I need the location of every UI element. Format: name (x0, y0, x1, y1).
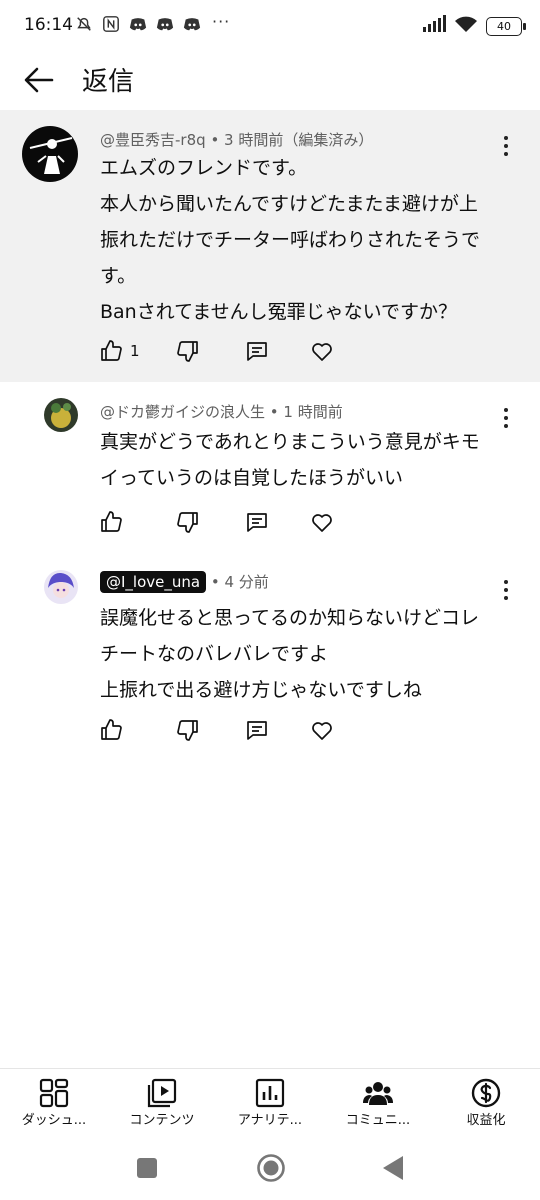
comment-meta: • 1 時間前 (269, 403, 343, 421)
comment-icon (247, 342, 267, 361)
like-button[interactable] (99, 717, 123, 743)
reply-comment: @ドカ鬱ガイジの浪人生 • 1 時間前 真実がどうであれとりまこういう意見がキモ… (0, 382, 540, 552)
reply-button[interactable] (245, 509, 269, 535)
avatar[interactable] (22, 126, 78, 182)
more-options-button[interactable] (496, 577, 516, 603)
status-time: 16:14 (24, 15, 73, 35)
dashboard-icon (39, 1078, 69, 1108)
heart-icon (312, 722, 332, 740)
heart-icon (312, 343, 332, 361)
heart-button[interactable] (310, 509, 334, 535)
comment-text: 真実がどうであれとりまこういう意見がキモ イっていうのは自覚したほうがいい (100, 431, 480, 489)
nav-content[interactable]: コンテンツ (108, 1069, 216, 1141)
comment-icon (247, 513, 267, 532)
main-comment: @豊臣秀吉-r8q • 3 時間前（編集済み） エムズのフレンドです。 本人から… (0, 110, 540, 382)
reply-button[interactable] (245, 717, 269, 743)
mute-icon (74, 14, 94, 34)
heart-button[interactable] (310, 338, 334, 364)
nav-analytics[interactable]: アナリテ... (216, 1069, 324, 1141)
overflow-dots: ··· (212, 12, 231, 31)
bottom-navigation: ダッシュ... コンテンツ アナリテ... コミュニ... 収益化 (0, 1068, 540, 1141)
nav-label: コミュニ... (345, 1113, 411, 1128)
comment-meta: • 4 分前 (210, 573, 269, 591)
home-circle-icon[interactable] (256, 1153, 286, 1183)
avatar[interactable] (44, 398, 78, 432)
author-name[interactable]: @I_love_una (100, 571, 207, 593)
monetization-icon (471, 1078, 501, 1108)
signal-icon (422, 15, 446, 37)
content-icon (147, 1078, 177, 1108)
nav-dashboard[interactable]: ダッシュ... (0, 1069, 108, 1141)
dislike-button[interactable] (176, 338, 200, 364)
battery-icon: 40 (486, 16, 526, 36)
more-options-button[interactable] (496, 405, 516, 431)
comment-meta: • 3 時間前（編集済み） (210, 131, 374, 149)
comment-icon (247, 721, 267, 740)
thumbs-up-icon (101, 511, 122, 532)
like-button[interactable] (99, 509, 123, 535)
author-name[interactable]: @豊臣秀吉-r8q (100, 131, 206, 149)
nav-label: 収益化 (466, 1113, 506, 1128)
comment-text: エムズのフレンドです。 本人から聞いたんですけどたまたま避けが上 振れただけでチ… (100, 157, 481, 323)
app-header: 返信 (0, 52, 540, 110)
thumbs-up-icon (101, 719, 122, 740)
dislike-button[interactable] (176, 717, 200, 743)
nav-monetization[interactable]: 収益化 (432, 1069, 540, 1141)
reply-button[interactable] (245, 338, 269, 364)
discord-icon (128, 14, 148, 34)
like-count: 1 (130, 342, 140, 360)
back-button[interactable] (22, 65, 56, 95)
recents-square-icon[interactable] (136, 1157, 158, 1179)
page-title: 返信 (82, 67, 135, 97)
dislike-button[interactable] (176, 509, 200, 535)
comment-text: 誤魔化せると思ってるのか知らないけどコレ チートなのバレバレですよ 上振れで出る… (100, 607, 480, 701)
nav-label: ダッシュ... (21, 1113, 87, 1128)
discord-icon (155, 14, 175, 34)
reply-comment: @I_love_una • 4 分前 誤魔化せると思ってるのか知らないけどコレ … (0, 552, 540, 762)
community-icon (363, 1082, 393, 1105)
thumbs-down-icon (177, 720, 198, 741)
nav-community[interactable]: コミュニ... (324, 1069, 432, 1141)
thumbs-down-icon (177, 341, 198, 362)
thumbs-up-icon (101, 340, 122, 361)
author-name[interactable]: @ドカ鬱ガイジの浪人生 (100, 403, 265, 421)
discord-icon (182, 14, 202, 34)
nav-label: コンテンツ (129, 1113, 195, 1128)
wifi-icon (454, 15, 478, 37)
nfc-icon (101, 14, 121, 34)
heart-icon (312, 514, 332, 532)
system-navigation (0, 1140, 540, 1200)
more-options-button[interactable] (496, 133, 516, 159)
back-triangle-icon[interactable] (382, 1155, 404, 1181)
arrow-left-icon (24, 67, 54, 93)
like-button[interactable]: 1 (99, 338, 140, 364)
nav-label: アナリテ... (237, 1113, 303, 1128)
heart-button[interactable] (310, 717, 334, 743)
avatar[interactable] (44, 570, 78, 604)
thumbs-down-icon (177, 512, 198, 533)
analytics-icon (255, 1078, 285, 1108)
status-bar: 16:14 ··· 40 (0, 0, 540, 52)
